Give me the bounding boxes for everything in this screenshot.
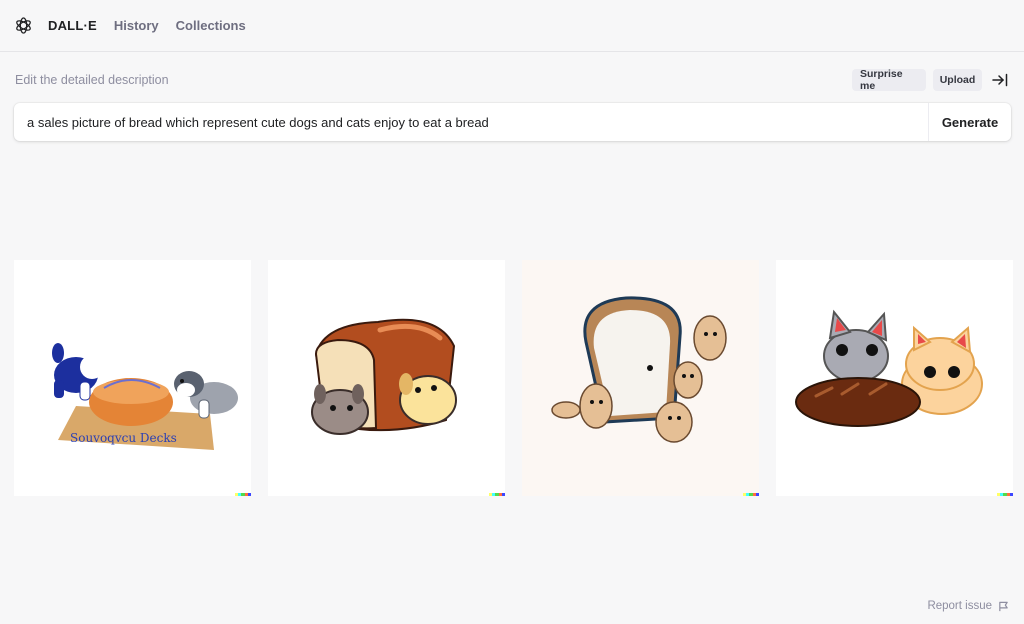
grey-puppy <box>311 384 369 435</box>
result-image-2[interactable] <box>268 260 505 496</box>
nav-history[interactable]: History <box>114 18 159 33</box>
flag-icon <box>999 601 1008 611</box>
collapse-panel-icon[interactable] <box>992 73 1008 87</box>
result-image-4[interactable] <box>776 260 1013 496</box>
kittens-baguette-illustration <box>776 260 1013 496</box>
signature-bar <box>235 493 251 496</box>
top-navigation: DALL·E History Collections <box>0 0 1024 52</box>
description-label: Edit the detailed description <box>15 73 169 87</box>
openai-logo-icon[interactable] <box>14 16 33 35</box>
nav-links: DALL·E History Collections <box>48 18 246 33</box>
nav-collections[interactable]: Collections <box>176 18 246 33</box>
placemat-text: Souvoqvcu Decks <box>70 431 177 445</box>
prompt-bar: Generate <box>14 103 1011 141</box>
report-issue-label: Report issue <box>927 600 992 612</box>
bread-slice-cats-illustration <box>522 260 759 496</box>
result-image-1[interactable]: Souvoqvcu Decks <box>14 260 251 496</box>
puppies-bread-illustration: Souvoqvcu Decks <box>14 260 251 496</box>
report-issue-link[interactable]: Report issue <box>927 600 1009 612</box>
bread-loaf <box>89 378 173 426</box>
result-image-3[interactable] <box>522 260 759 496</box>
generate-button[interactable]: Generate <box>928 103 1011 141</box>
surprise-me-button[interactable]: Surprise me <box>852 68 926 92</box>
signature-bar <box>489 493 505 496</box>
signature-bar <box>997 493 1013 496</box>
signature-bar <box>743 493 759 496</box>
puppies-loaf-illustration <box>268 260 505 496</box>
prompt-input[interactable] <box>14 103 928 141</box>
brand-title[interactable]: DALL·E <box>48 18 97 33</box>
results-grid: Souvoqvcu Decks <box>14 260 1013 496</box>
baguette <box>795 377 921 427</box>
upload-button[interactable]: Upload <box>933 69 982 91</box>
